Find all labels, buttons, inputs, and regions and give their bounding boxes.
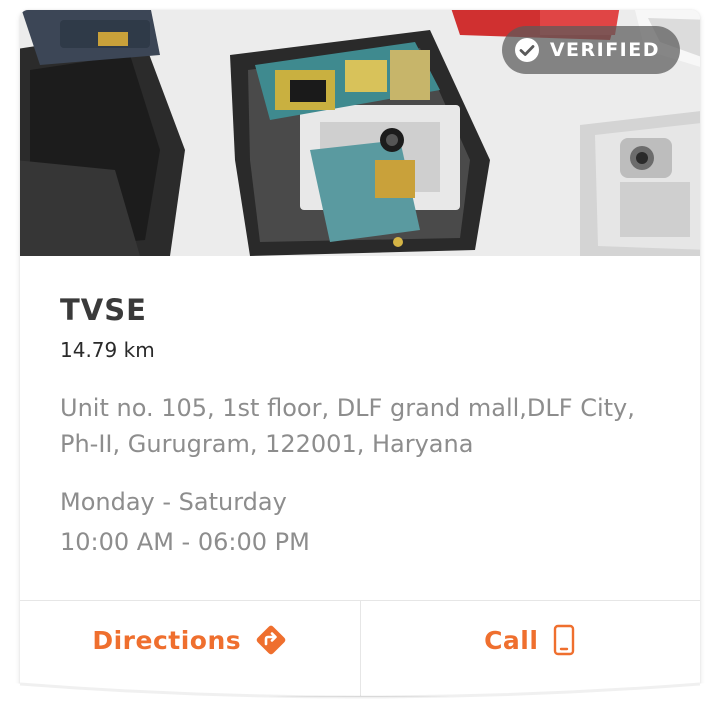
page: VERIFIED TVSE 14.79 km Unit no. 105, 1st… xyxy=(0,0,720,728)
card-bottom-curve xyxy=(0,682,720,728)
verified-label: VERIFIED xyxy=(549,39,660,61)
verified-badge: VERIFIED xyxy=(501,26,680,74)
store-days: Monday - Saturday xyxy=(60,488,287,516)
directions-label: Directions xyxy=(92,625,242,655)
store-card: VERIFIED TVSE 14.79 km Unit no. 105, 1st… xyxy=(20,10,700,696)
mobile-phone-icon xyxy=(552,624,576,656)
directions-icon xyxy=(255,624,287,656)
store-name: TVSE xyxy=(60,293,147,327)
store-distance: 14.79 km xyxy=(60,338,155,362)
call-label: Call xyxy=(484,625,539,655)
store-hours: Monday - Saturday 10:00 AM - 06:00 PM xyxy=(60,482,670,562)
check-circle-icon xyxy=(514,37,540,63)
store-time: 10:00 AM - 06:00 PM xyxy=(60,528,310,556)
store-info: TVSE 14.79 km Unit no. 105, 1st floor, D… xyxy=(60,290,670,562)
store-photo: VERIFIED xyxy=(20,10,700,256)
store-address: Unit no. 105, 1st floor, DLF grand mall,… xyxy=(60,394,635,458)
